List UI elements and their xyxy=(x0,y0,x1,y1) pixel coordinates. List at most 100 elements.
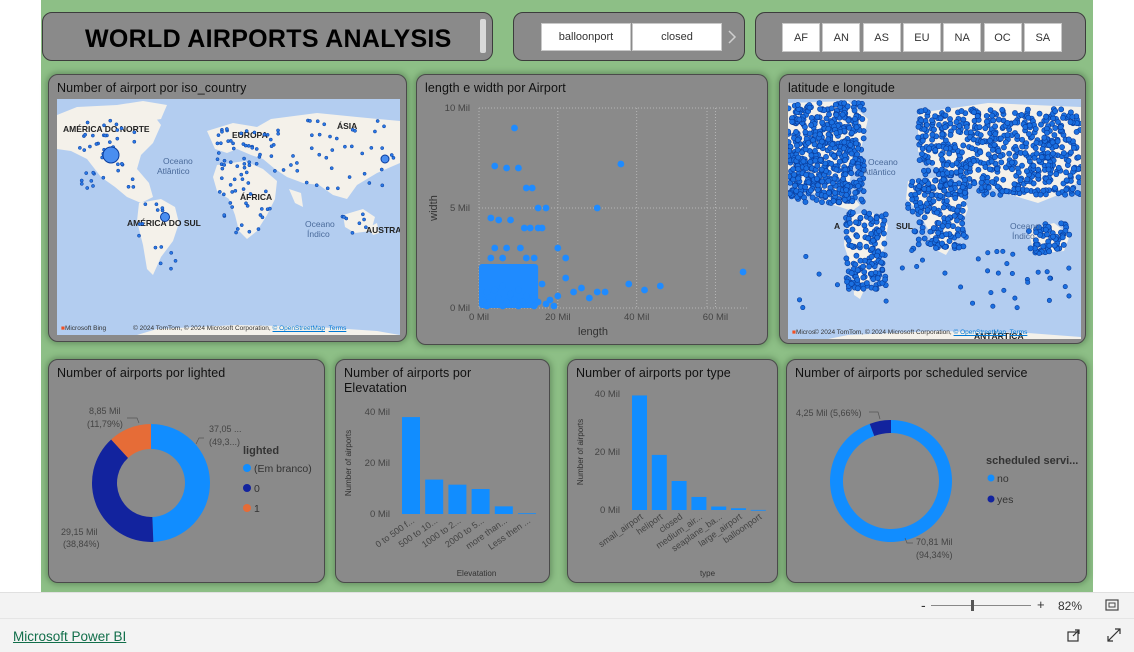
map1-area[interactable]: AMÉRICA DO NORTE EUROPA ÁSIA ÁFRICA AMÉR… xyxy=(57,99,400,335)
scatter-point[interactable] xyxy=(542,300,550,308)
lighted-chart[interactable]: 37,05 ... (49,3...) 29,15 Mil (38,84%) 8,85 … xyxy=(49,360,325,583)
scatter-point[interactable] xyxy=(538,280,546,288)
slicer-continent-na[interactable]: NA xyxy=(943,23,982,52)
legend-marker[interactable] xyxy=(243,464,251,472)
scatter-point[interactable] xyxy=(511,296,518,304)
zoom-slider[interactable] xyxy=(931,600,1031,611)
scatter-point[interactable] xyxy=(499,254,507,262)
scatter-point[interactable] xyxy=(495,216,503,224)
fit-to-page-icon[interactable] xyxy=(1105,599,1119,611)
title-scrollbar[interactable] xyxy=(480,19,486,53)
scatter-point[interactable] xyxy=(522,254,530,262)
bar[interactable] xyxy=(691,496,707,510)
scatter-point[interactable] xyxy=(538,224,546,232)
scatter-point[interactable] xyxy=(522,292,530,300)
scatter-point[interactable] xyxy=(515,164,522,172)
slicer-item-closed[interactable]: closed xyxy=(632,23,722,51)
scatter-plot[interactable]: 0 Mil 20 Mil 40 Mil 60 Mil0 Mil5 Mil10 Mill… xyxy=(417,75,768,345)
scatter-point[interactable] xyxy=(499,302,507,310)
scatter-point[interactable] xyxy=(534,204,542,212)
scatter-point[interactable] xyxy=(507,216,514,224)
scatter-point[interactable] xyxy=(515,302,522,310)
scatter-point[interactable] xyxy=(562,274,570,282)
scatter-point[interactable] xyxy=(617,160,625,168)
scatter-point[interactable] xyxy=(593,288,601,296)
scatter-point[interactable] xyxy=(656,282,664,290)
scatter-point[interactable] xyxy=(625,280,633,288)
scatter-point[interactable] xyxy=(550,302,558,310)
scatter-point[interactable] xyxy=(593,204,601,212)
bar[interactable] xyxy=(671,481,687,510)
scatter-point[interactable] xyxy=(487,254,495,262)
scatter-point[interactable] xyxy=(739,268,747,276)
bar[interactable] xyxy=(711,506,727,510)
scatter-point[interactable] xyxy=(562,254,570,262)
scatter-point[interactable] xyxy=(554,292,562,300)
zoom-slider-thumb[interactable] xyxy=(970,600,974,611)
slicer-continent-eu[interactable]: EU xyxy=(902,23,941,52)
bar[interactable] xyxy=(494,506,513,514)
scatter-point[interactable] xyxy=(507,290,514,298)
bar[interactable] xyxy=(750,509,766,511)
share-icon[interactable] xyxy=(1067,628,1081,642)
scatter-point[interactable] xyxy=(511,124,518,132)
scatter-point[interactable] xyxy=(601,288,609,296)
slicer-continent-sa[interactable]: SA xyxy=(1023,23,1062,52)
scheduled-chart[interactable]: 4,25 Mil (5,66%) 70,81 Mil (94,34%) schedul… xyxy=(787,360,1087,583)
powerbi-link[interactable]: Microsoft Power BI xyxy=(13,629,126,644)
legend-label[interactable]: no xyxy=(997,473,1009,485)
zoom-in-button[interactable]: + xyxy=(1037,597,1045,612)
scatter-point[interactable] xyxy=(491,244,499,252)
scatter-point[interactable] xyxy=(528,184,536,192)
scatter-point[interactable] xyxy=(479,296,487,304)
scatter-point[interactable] xyxy=(515,286,522,294)
scatter-point[interactable] xyxy=(578,284,585,292)
scatter-point[interactable] xyxy=(495,294,503,302)
legend-label[interactable]: yes xyxy=(997,494,1013,506)
scatter-point[interactable] xyxy=(499,282,507,290)
legend-marker[interactable] xyxy=(243,484,251,492)
legend-marker[interactable] xyxy=(987,495,995,503)
scatter-point[interactable] xyxy=(526,224,534,232)
donut-slice[interactable] xyxy=(830,420,952,542)
slicer-continent-af[interactable]: AF xyxy=(782,23,820,52)
scatter-point[interactable] xyxy=(487,214,495,222)
bar[interactable] xyxy=(731,508,746,510)
scatter-point[interactable] xyxy=(530,302,538,310)
map2-area[interactable]: Oceano Atlântico A SUL Oceano Índico ANT… xyxy=(788,99,1081,339)
legend-marker[interactable] xyxy=(243,504,251,512)
type-chart[interactable]: 0 Mil20 Mil40 Milsmall_airportheliportcl… xyxy=(568,360,778,583)
scatter-point[interactable] xyxy=(641,286,648,294)
legend-label[interactable]: (Em branco) xyxy=(254,463,312,475)
slicer-continent-an[interactable]: AN xyxy=(822,23,861,52)
legend-label[interactable]: 1 xyxy=(254,503,260,515)
scatter-point[interactable] xyxy=(491,162,499,170)
scatter-point[interactable] xyxy=(542,204,550,212)
donut-slice[interactable] xyxy=(92,439,154,542)
bar[interactable] xyxy=(632,395,647,510)
scatter-point[interactable] xyxy=(530,254,538,262)
elevation-chart[interactable]: 0 Mil20 Mil40 Mil0 to 500 f...500 to 10.… xyxy=(336,360,550,583)
scatter-point[interactable] xyxy=(520,224,528,232)
slicer-continent-oc[interactable]: OC xyxy=(983,23,1022,52)
donut-slice[interactable] xyxy=(151,424,210,542)
bar[interactable] xyxy=(651,454,667,510)
scatter-point[interactable] xyxy=(516,244,524,252)
fullscreen-icon[interactable] xyxy=(1107,628,1121,642)
legend-label[interactable]: 0 xyxy=(254,483,260,495)
scatter-point[interactable] xyxy=(585,294,593,302)
scatter-point[interactable] xyxy=(503,244,510,252)
bar[interactable] xyxy=(448,484,467,514)
chevron-right-icon[interactable] xyxy=(726,29,738,45)
bar[interactable] xyxy=(425,479,444,514)
scatter-point[interactable] xyxy=(483,288,491,296)
bar[interactable] xyxy=(518,513,536,515)
slicer-continent-as[interactable]: AS xyxy=(862,23,901,52)
scatter-point[interactable] xyxy=(491,286,499,294)
scatter-point[interactable] xyxy=(570,288,577,296)
zoom-out-button[interactable]: - xyxy=(921,597,926,613)
scatter-point[interactable] xyxy=(503,164,510,172)
legend-marker[interactable] xyxy=(987,474,995,482)
scatter-point[interactable] xyxy=(554,244,562,252)
scatter-point[interactable] xyxy=(483,302,491,310)
